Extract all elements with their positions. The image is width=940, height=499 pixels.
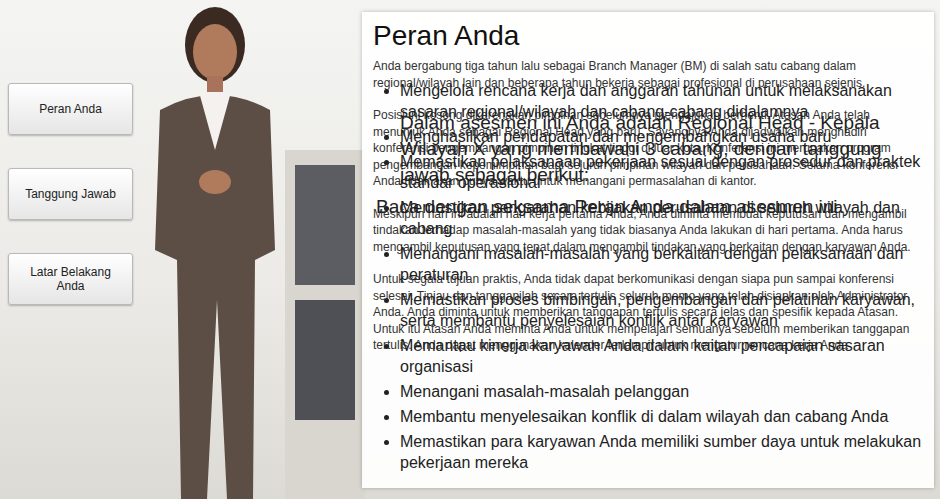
- instruction: Baca dengan seksama Peran Anda dalam ase…: [376, 194, 920, 220]
- bullet-item: Memantau kinerja karyawan Anda dalam kai…: [400, 335, 922, 377]
- bullet-item: Menangani masalah-masalah pelanggan: [400, 381, 922, 402]
- sidebar-button[interactable]: Peran Anda: [8, 83, 133, 135]
- sidebar: Peran Anda Tanggung Jawab Latar Belakang A…: [0, 0, 133, 499]
- bullet-item: Memastikan proses bimbingan, pengembanga…: [400, 289, 922, 331]
- bullet-item: Menangani masalah-masalah yang berkaitan…: [400, 243, 922, 285]
- intro: Dalam asesmen ini Anda adalah Regional H…: [400, 110, 920, 188]
- panel-title: Peran Anda: [373, 20, 934, 52]
- left-area: Peran Anda Tanggung Jawab Latar Belakang A…: [0, 0, 362, 499]
- sidebar-button[interactable]: Latar Belakang Anda: [8, 253, 133, 305]
- sidebar-button[interactable]: Tanggung Jawab: [8, 168, 133, 220]
- panel-wrap: Peran AndaAnda bergabung tiga tahun lalu…: [362, 0, 940, 499]
- bullet-item: Membantu menyelesaikan konflik di dalam …: [400, 406, 922, 427]
- bullet-item: Memastikan para karyawan Anda memiliki s…: [400, 431, 922, 473]
- presenter-photo: [135, 0, 365, 499]
- role-panel: Peran AndaAnda bergabung tiga tahun lalu…: [362, 12, 934, 488]
- intro-text: Dalam asesmen ini Anda adalah Regional H…: [376, 110, 920, 220]
